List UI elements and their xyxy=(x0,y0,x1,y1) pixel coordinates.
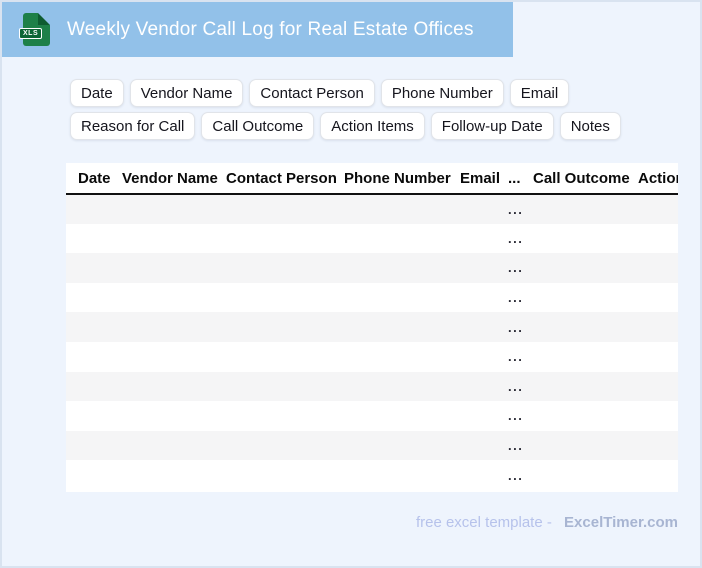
row-ellipsis-cell: ... xyxy=(508,253,533,283)
row-ellipsis-cell: ... xyxy=(508,283,533,313)
footer: free excel template - ExcelTimer.com xyxy=(66,514,678,531)
col-header-email: Email xyxy=(460,163,508,194)
chip-call-outcome[interactable]: Call Outcome xyxy=(201,112,314,140)
table-row: ... xyxy=(66,194,678,224)
xls-icon-label: XLS xyxy=(19,28,42,39)
table-row: ... xyxy=(66,253,678,283)
row-ellipsis-cell: ... xyxy=(508,401,533,431)
row-ellipsis-cell: ... xyxy=(508,431,533,461)
table-row: ... xyxy=(66,312,678,342)
row-ellipsis-cell: ... xyxy=(508,312,533,342)
log-table-card: Date Vendor Name Contact Person Phone Nu… xyxy=(66,163,678,492)
col-header-call-outcome: Call Outcome xyxy=(533,163,638,194)
footer-brand-link[interactable]: ExcelTimer.com xyxy=(564,514,678,531)
col-header-vendor-name: Vendor Name xyxy=(122,163,226,194)
col-header-date: Date xyxy=(66,163,122,194)
chip-phone-number[interactable]: Phone Number xyxy=(381,79,504,107)
row-ellipsis-cell: ... xyxy=(508,372,533,402)
chip-date[interactable]: Date xyxy=(70,79,124,107)
vendor-call-log-table: Date Vendor Name Contact Person Phone Nu… xyxy=(66,163,678,490)
chip-contact-person[interactable]: Contact Person xyxy=(249,79,374,107)
table-row: ... xyxy=(66,224,678,254)
col-header-contact-person: Contact Person xyxy=(226,163,344,194)
table-row: ... xyxy=(66,372,678,402)
template-preview-page: XLS Weekly Vendor Call Log for Real Esta… xyxy=(0,0,702,568)
chip-reason-for-call[interactable]: Reason for Call xyxy=(70,112,195,140)
table-row: ... xyxy=(66,460,678,490)
col-header-action-items: Action Items xyxy=(638,163,678,194)
row-ellipsis-cell: ... xyxy=(508,224,533,254)
row-ellipsis-cell: ... xyxy=(508,342,533,372)
page-title: Weekly Vendor Call Log for Real Estate O… xyxy=(67,19,474,41)
table-row: ... xyxy=(66,342,678,372)
table-header-row: Date Vendor Name Contact Person Phone Nu… xyxy=(66,163,678,194)
row-ellipsis-cell: ... xyxy=(508,460,533,490)
chip-vendor-name[interactable]: Vendor Name xyxy=(130,79,244,107)
chip-email[interactable]: Email xyxy=(510,79,570,107)
chip-notes[interactable]: Notes xyxy=(560,112,621,140)
field-chip-list: Date Vendor Name Contact Person Phone Nu… xyxy=(70,79,686,140)
col-header-phone-number: Phone Number xyxy=(344,163,460,194)
col-header-ellipsis: ... xyxy=(508,163,533,194)
footer-tagline: free excel template - xyxy=(416,514,552,531)
chip-follow-up-date[interactable]: Follow-up Date xyxy=(431,112,554,140)
row-ellipsis-cell: ... xyxy=(508,194,533,224)
header-bar: XLS Weekly Vendor Call Log for Real Esta… xyxy=(2,2,513,57)
table-row: ... xyxy=(66,283,678,313)
table-row: ... xyxy=(66,431,678,461)
chip-action-items[interactable]: Action Items xyxy=(320,112,425,140)
table-row: ... xyxy=(66,401,678,431)
xls-file-icon: XLS xyxy=(23,13,50,46)
